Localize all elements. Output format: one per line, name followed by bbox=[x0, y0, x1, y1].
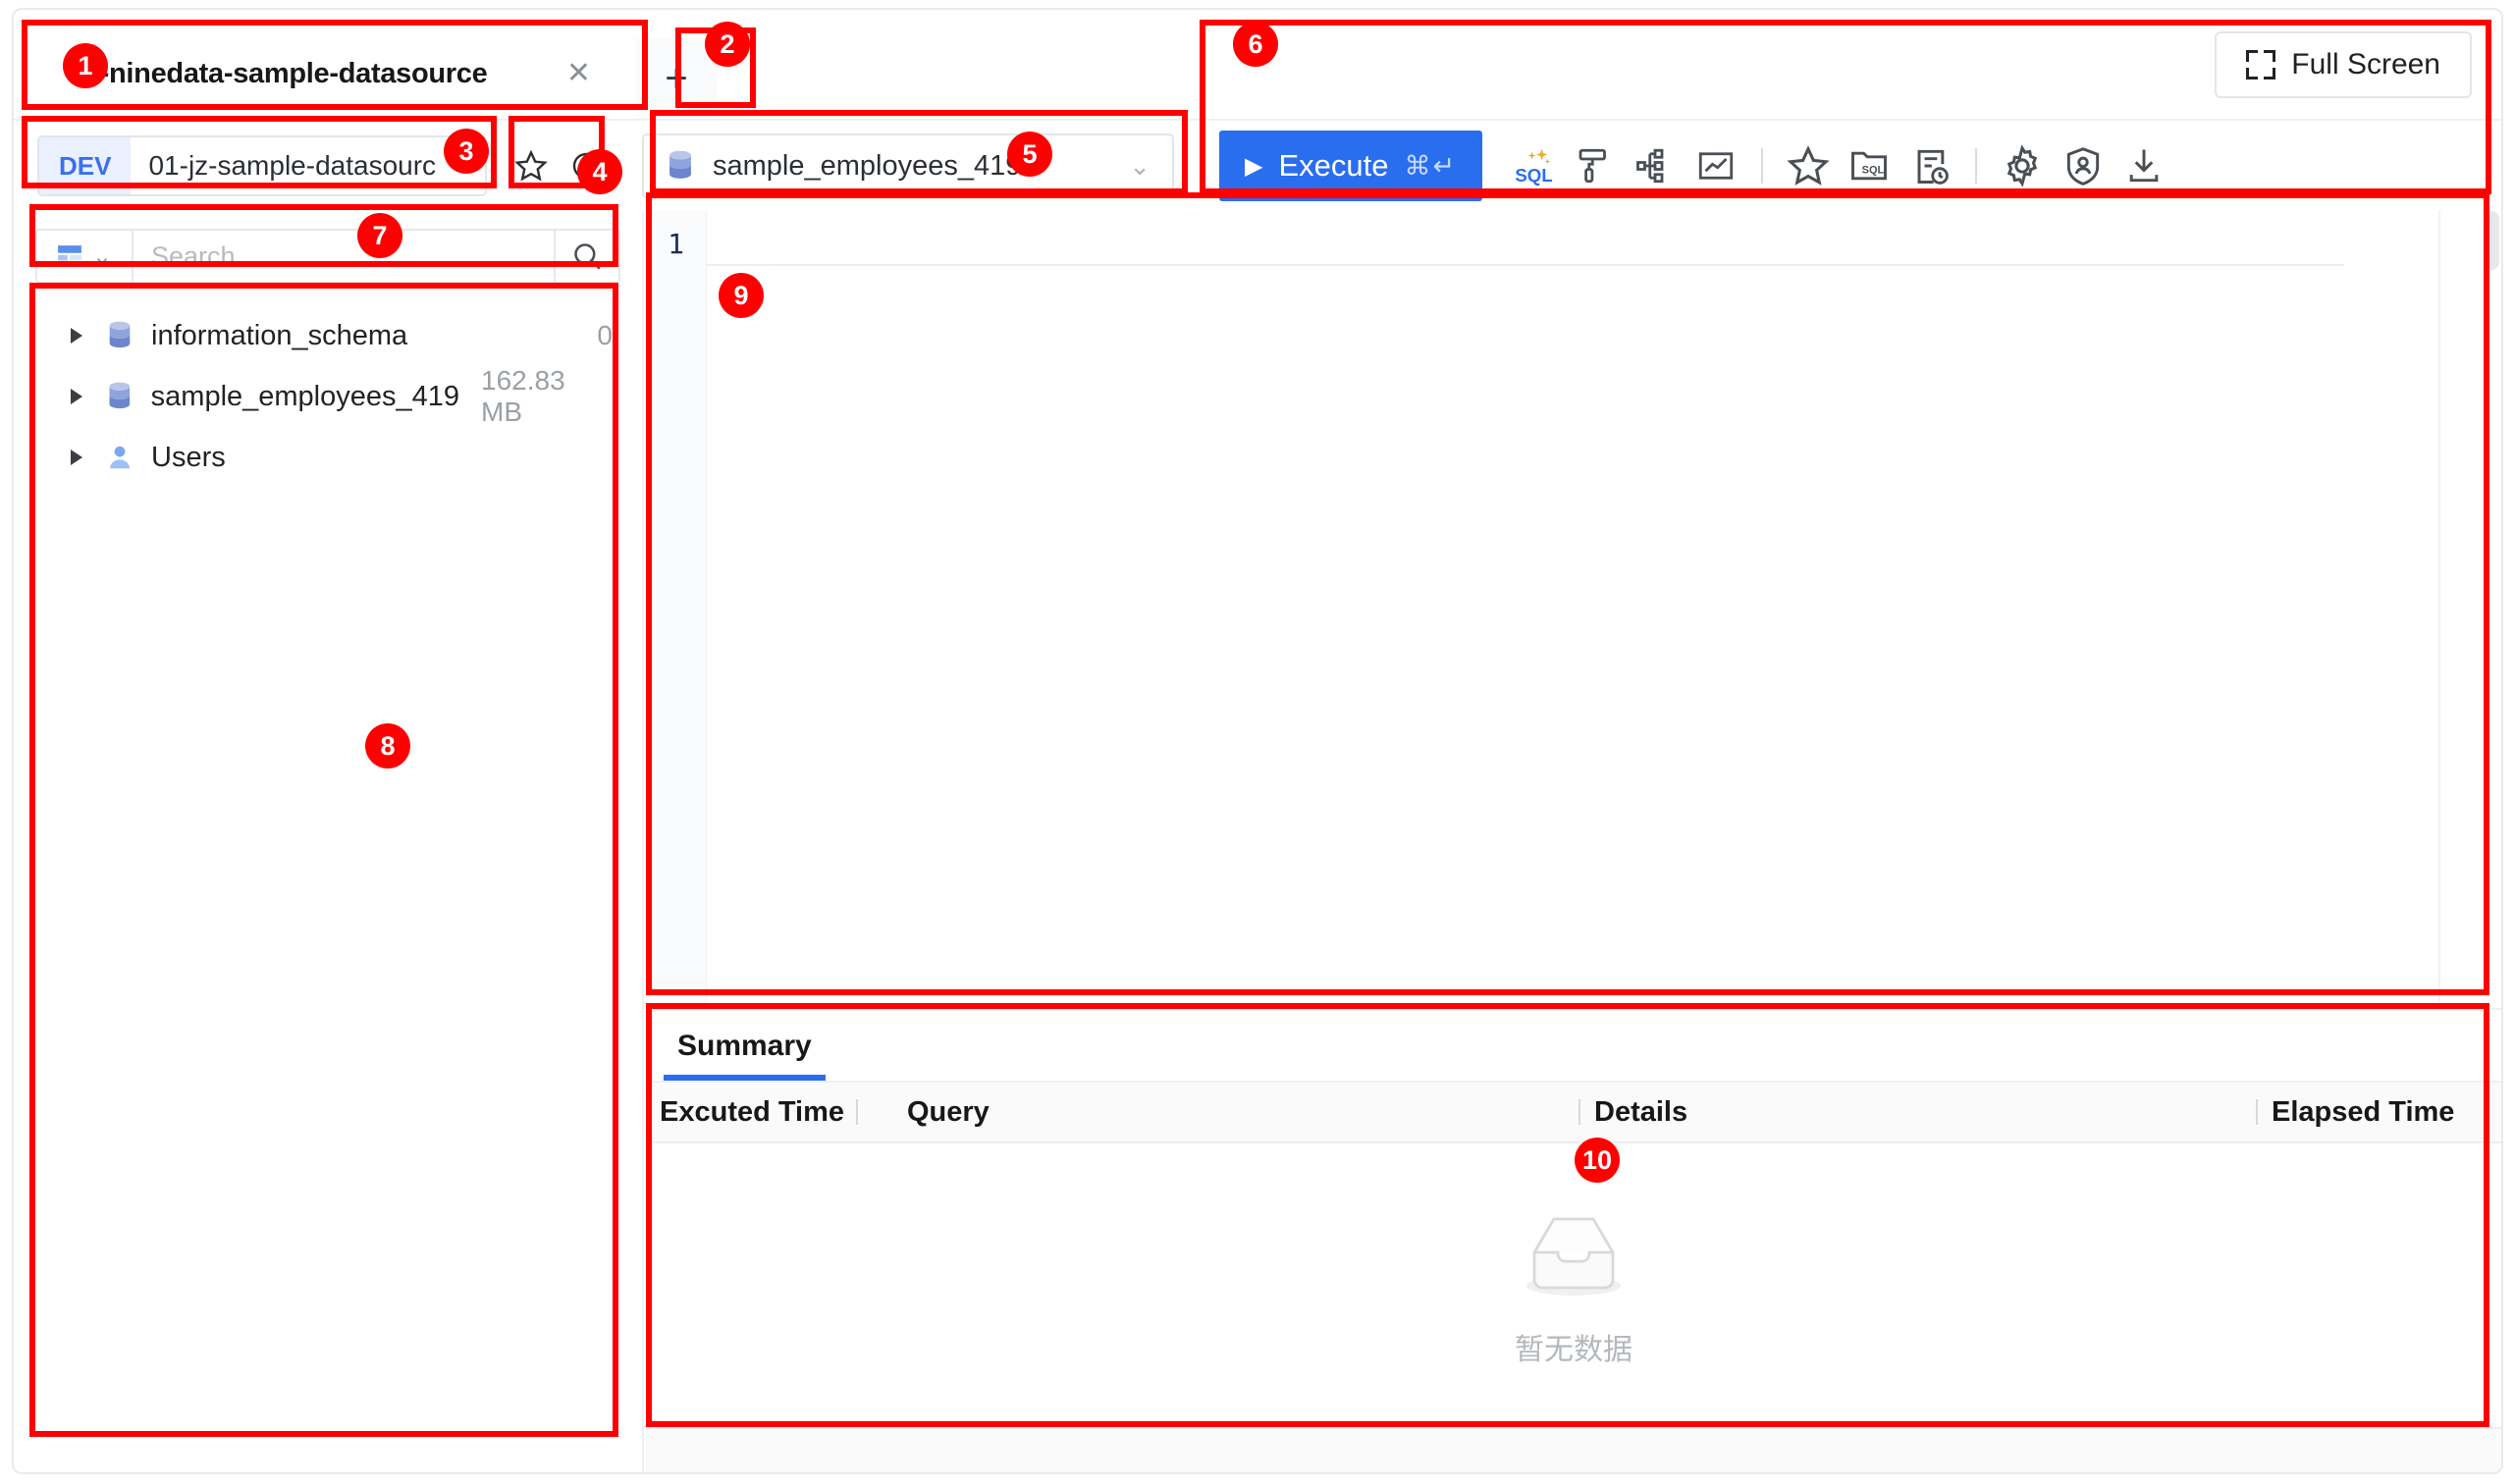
annotation-marker-3: 3 bbox=[444, 129, 489, 174]
svg-text:SQL: SQL bbox=[1862, 164, 1885, 176]
tree-item-meta: 162.83 MB bbox=[481, 365, 565, 427]
star-icon[interactable] bbox=[510, 145, 552, 186]
tree-item[interactable]: sample_employees_419 162.83 MB bbox=[14, 365, 642, 427]
chevron-right-icon[interactable] bbox=[71, 450, 82, 465]
favorite-star-icon[interactable] bbox=[1781, 138, 1836, 193]
results-table-body: 暂无数据 bbox=[646, 1145, 2501, 1427]
annotation-marker-2: 2 bbox=[705, 22, 750, 67]
toolbar-separator bbox=[1761, 148, 1764, 184]
execute-button[interactable]: ▶ Execute ⌘↵ bbox=[1219, 131, 1483, 201]
toolbar-region: ▶ Execute ⌘↵ SQL SQL bbox=[1196, 121, 2501, 211]
chevron-down-icon: ⌄ bbox=[91, 242, 113, 270]
fullscreen-label: Full Screen bbox=[2291, 48, 2440, 80]
tree-item-label: sample_employees_419 bbox=[150, 380, 460, 412]
fullscreen-button[interactable]: Full Screen bbox=[2215, 31, 2472, 98]
security-shield-icon[interactable] bbox=[2056, 138, 2111, 193]
database-icon bbox=[109, 321, 131, 348]
search-input[interactable] bbox=[134, 240, 554, 272]
sql-folder-icon[interactable]: SQL bbox=[1842, 138, 1897, 193]
annotation-marker-7: 7 bbox=[357, 213, 402, 258]
flowchart-icon[interactable] bbox=[1628, 138, 1683, 193]
search-type-selector[interactable]: ⌄ bbox=[37, 231, 134, 282]
toolbar-separator bbox=[1975, 148, 1978, 184]
execute-shortcut: ⌘↵ bbox=[1404, 150, 1458, 181]
sql-editor[interactable]: 1 bbox=[646, 211, 2501, 1010]
annotation-marker-5: 5 bbox=[1007, 132, 1052, 177]
editor-vertical-scrollbar[interactable] bbox=[2484, 211, 2499, 270]
grid-icon bbox=[58, 245, 81, 267]
annotation-marker-1: 1 bbox=[63, 43, 108, 88]
toolbar-icons: SQL SQL bbox=[1506, 138, 2171, 193]
execute-label: Execute bbox=[1278, 148, 1389, 183]
env-badge: DEV bbox=[39, 137, 132, 194]
tree-item[interactable]: Users bbox=[14, 427, 642, 488]
database-name: sample_employees_419 bbox=[713, 149, 1022, 182]
tab-bar: 01-ninedata-sample-datasource ✕ + bbox=[14, 10, 1196, 121]
fullscreen-icon bbox=[2246, 50, 2276, 80]
editor-gutter: 1 bbox=[646, 211, 707, 1008]
header-right: Full Screen bbox=[1196, 10, 2501, 121]
ai-sql-icon[interactable]: SQL bbox=[1506, 138, 1561, 193]
column-header-elapsed-time[interactable]: Elapsed Time bbox=[2258, 1083, 2501, 1141]
database-icon bbox=[669, 150, 691, 179]
editor-current-line bbox=[707, 223, 2344, 266]
empty-state-text: 暂无数据 bbox=[1515, 1333, 1632, 1366]
annotation-marker-6: 6 bbox=[1233, 22, 1278, 67]
column-header-excuted-time[interactable]: Excuted Time bbox=[646, 1083, 893, 1141]
plus-icon: + bbox=[665, 56, 688, 100]
tree-item-meta: 0 bbox=[597, 320, 613, 350]
tree-item-label: Users bbox=[151, 441, 226, 473]
column-header-details[interactable]: Details bbox=[1580, 1083, 2258, 1141]
editor-minimap-divider bbox=[2438, 211, 2440, 1008]
annotation-marker-9: 9 bbox=[719, 273, 764, 318]
column-divider[interactable] bbox=[856, 1099, 859, 1125]
svg-text:SQL: SQL bbox=[1515, 165, 1552, 186]
results-tabs: Summary bbox=[646, 1010, 2501, 1083]
play-icon: ▶ bbox=[1245, 152, 1263, 180]
chevron-right-icon[interactable] bbox=[71, 328, 82, 344]
datasource-name: 01-jz-sample-datasourc bbox=[148, 150, 437, 181]
tree-item-label: information_schema bbox=[151, 319, 408, 351]
chart-icon[interactable] bbox=[1688, 138, 1743, 193]
tab-label: 01-ninedata-sample-datasource bbox=[69, 57, 488, 89]
results-footer bbox=[646, 1427, 2501, 1472]
download-icon[interactable] bbox=[2116, 138, 2171, 193]
settings-gear-icon[interactable] bbox=[1995, 138, 2050, 193]
line-number: 1 bbox=[668, 228, 684, 260]
format-sql-icon[interactable] bbox=[1567, 138, 1622, 193]
editor-code-area[interactable] bbox=[707, 211, 2501, 1008]
tab-summary[interactable]: Summary bbox=[664, 1030, 826, 1081]
chevron-right-icon[interactable] bbox=[71, 389, 82, 404]
database-icon bbox=[109, 382, 131, 409]
tree-item[interactable]: information_schema 0 bbox=[14, 305, 642, 366]
close-icon[interactable]: ✕ bbox=[566, 59, 591, 88]
chevron-down-icon[interactable]: ⌄ bbox=[1129, 151, 1150, 182]
annotation-marker-10: 10 bbox=[1575, 1138, 1620, 1183]
search-icon[interactable] bbox=[554, 231, 618, 282]
empty-state: 暂无数据 bbox=[1511, 1205, 1636, 1368]
empty-box-icon bbox=[1526, 1217, 1621, 1296]
results-table-header: Excuted Time Query Details Elapsed Time bbox=[646, 1083, 2501, 1143]
tab-active[interactable]: 01-ninedata-sample-datasource ✕ bbox=[35, 28, 616, 119]
user-icon bbox=[109, 446, 131, 469]
sidebar: ⌄ information_schema 0 bbox=[14, 211, 644, 1472]
column-header-query[interactable]: Query bbox=[893, 1083, 1580, 1141]
annotation-marker-4: 4 bbox=[577, 149, 622, 194]
object-tree: information_schema 0 sample_employees_41… bbox=[14, 305, 642, 488]
new-tab-button[interactable]: + bbox=[636, 38, 717, 119]
search-bar: ⌄ bbox=[35, 229, 620, 284]
datasource-select[interactable]: DEV 01-jz-sample-datasourc bbox=[37, 135, 487, 196]
database-select[interactable]: sample_employees_419 ⌄ bbox=[642, 133, 1174, 198]
annotation-marker-8: 8 bbox=[365, 723, 410, 768]
results-panel: Summary Excuted Time Query Details Elaps… bbox=[646, 1010, 2501, 1472]
history-clock-icon[interactable] bbox=[1902, 138, 1957, 193]
